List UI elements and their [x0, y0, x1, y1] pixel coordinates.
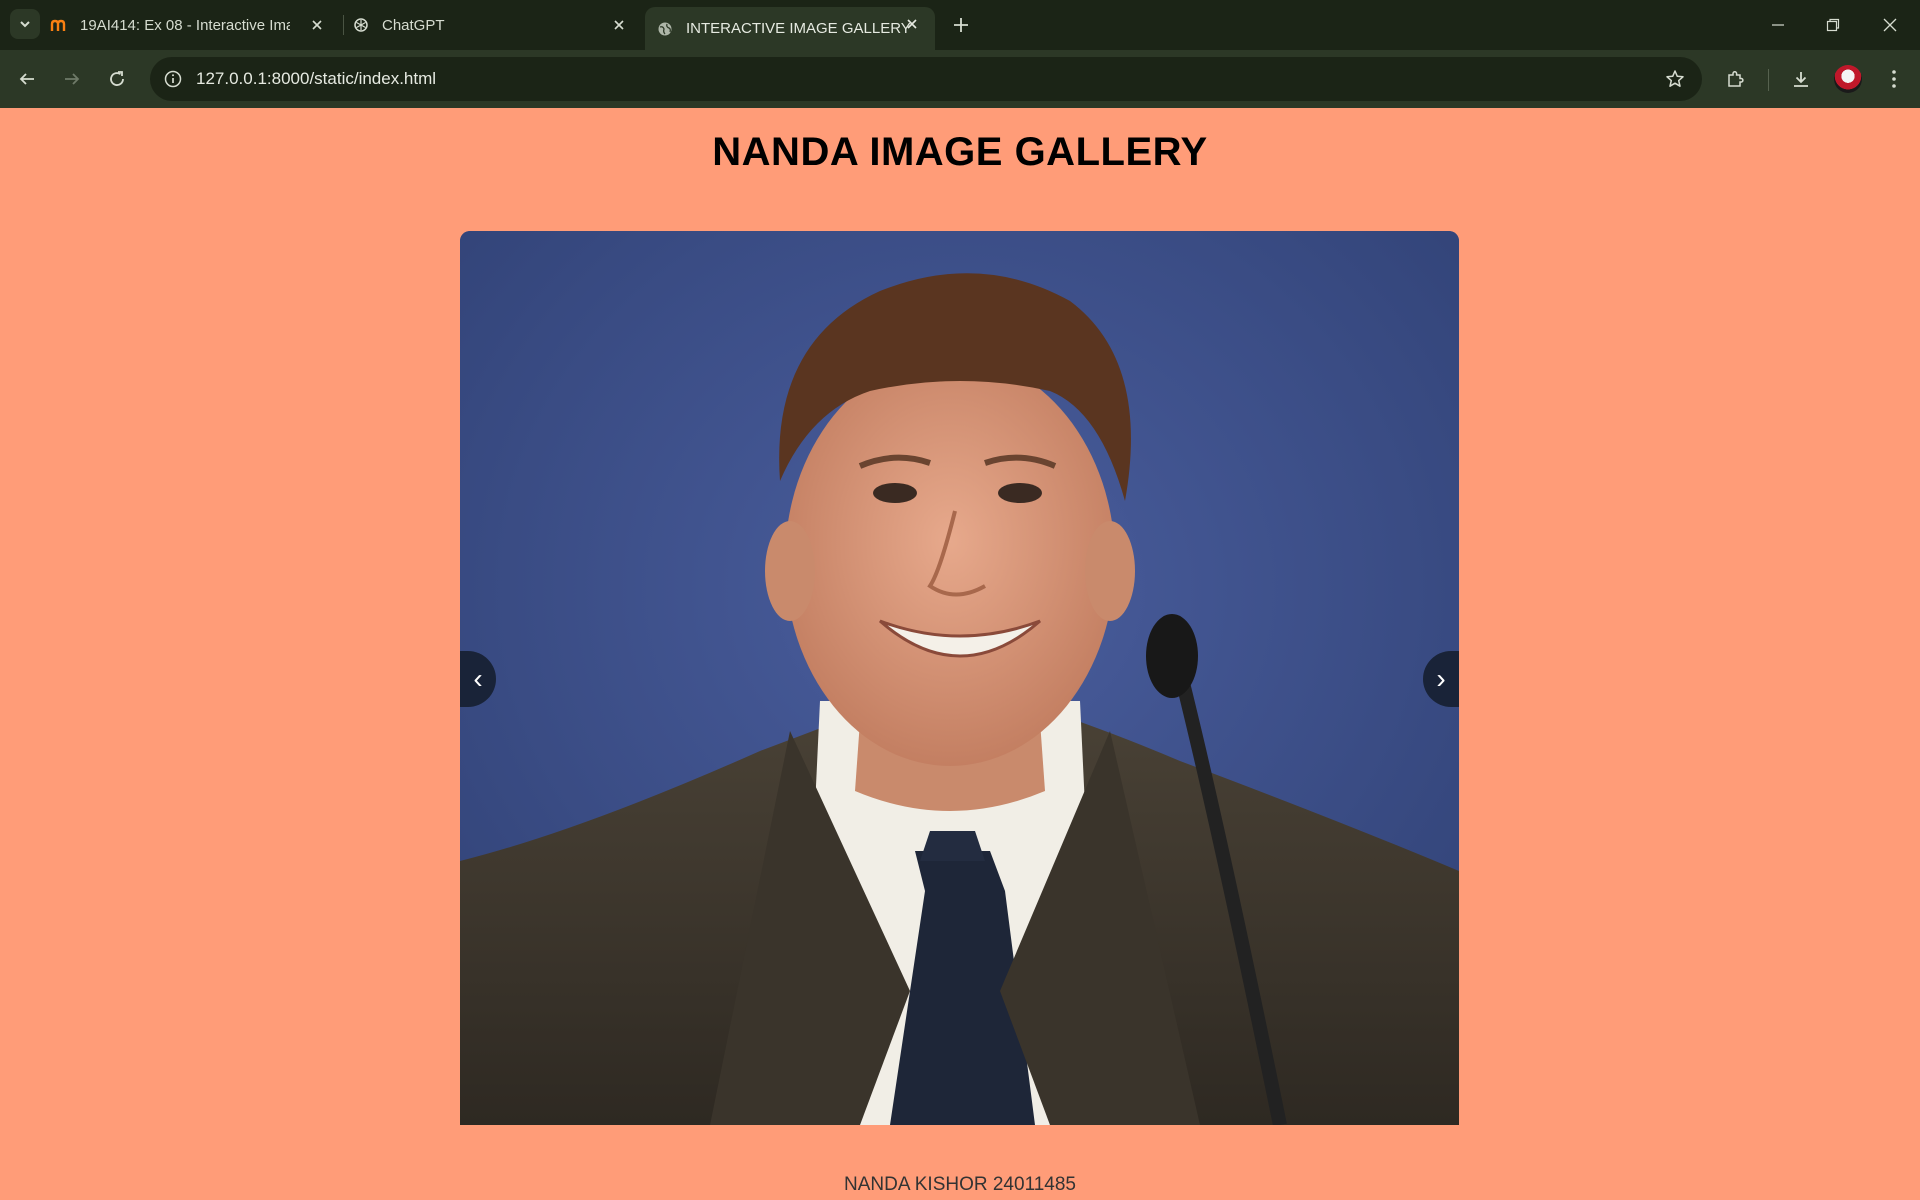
menu-button[interactable] — [1879, 64, 1909, 94]
forward-button[interactable] — [57, 64, 87, 94]
tab-separator — [343, 15, 344, 35]
close-icon — [1883, 18, 1897, 32]
gallery-image — [460, 231, 1459, 1125]
download-icon — [1794, 72, 1808, 87]
more-vertical-icon — [1892, 70, 1896, 88]
tab-chatgpt[interactable]: ChatGPT — [352, 8, 642, 42]
minimize-button[interactable] — [1763, 10, 1793, 40]
reload-button[interactable] — [102, 64, 132, 94]
tab-search-button[interactable] — [10, 9, 40, 39]
back-button[interactable] — [12, 64, 42, 94]
restore-button[interactable] — [1818, 10, 1848, 40]
image-gallery: ‹ › — [460, 231, 1459, 1125]
toolbar-separator — [1768, 69, 1769, 91]
browser-toolbar: 127.0.0.1:8000/static/index.html — [0, 50, 1920, 108]
tab-strip: 19AI414: Ex 08 - Interactive Ima ChatGPT… — [0, 0, 1920, 50]
extensions-button[interactable] — [1721, 64, 1751, 94]
puzzle-icon — [1728, 70, 1744, 87]
downloads-button[interactable] — [1786, 64, 1816, 94]
chevron-down-icon — [20, 21, 30, 28]
close-icon[interactable] — [308, 16, 326, 34]
chatgpt-icon — [352, 16, 370, 34]
new-tab-button[interactable] — [948, 12, 974, 38]
minimize-icon — [1772, 24, 1784, 26]
tab-title: INTERACTIVE IMAGE GALLERY — [686, 20, 911, 37]
profile-avatar[interactable] — [1834, 65, 1862, 93]
arrow-left-icon — [19, 73, 34, 85]
tab-title: ChatGPT — [382, 16, 445, 34]
close-icon[interactable] — [903, 15, 921, 33]
window-close-button[interactable] — [1875, 10, 1905, 40]
bookmark-star-icon[interactable] — [1664, 68, 1686, 90]
globe-icon — [656, 20, 674, 38]
page-title: NANDA IMAGE GALLERY — [712, 130, 1208, 174]
close-icon[interactable] — [610, 16, 628, 34]
site-info-icon[interactable] — [162, 68, 184, 90]
moodle-icon — [50, 16, 68, 34]
tab-moodle[interactable]: 19AI414: Ex 08 - Interactive Ima — [50, 8, 340, 42]
url-text[interactable]: 127.0.0.1:8000/static/index.html — [196, 69, 436, 89]
footer-text: NANDA KISHOR 24011485 — [844, 1174, 1076, 1195]
reload-icon — [110, 71, 124, 86]
restore-icon — [1826, 18, 1840, 32]
tab-title: 19AI414: Ex 08 - Interactive Ima — [80, 16, 290, 34]
address-bar[interactable]: 127.0.0.1:8000/static/index.html — [150, 57, 1702, 101]
tab-gallery[interactable]: INTERACTIVE IMAGE GALLERY — [645, 7, 935, 50]
plus-icon — [954, 18, 968, 32]
arrow-right-icon — [65, 73, 80, 85]
